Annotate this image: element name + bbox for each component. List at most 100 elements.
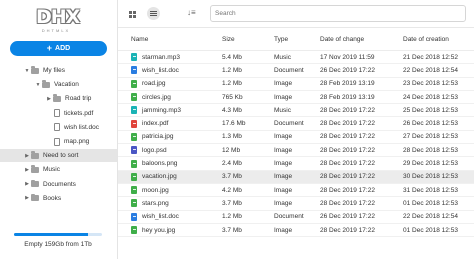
sidebar: DHX DHTMLX + ADD ▼ My files ▼ Vacation ▶ Road… — [0, 0, 118, 259]
cell-date-creation: 23 Dec 2018 12:53 — [403, 80, 458, 88]
file-type-icon — [131, 79, 137, 88]
cell-type: Document — [274, 213, 304, 221]
cell-size: 3.7 Mb — [222, 173, 242, 181]
cell-date-change: 26 Dec 2019 17:22 — [320, 213, 375, 221]
cell-date-creation: 28 Dec 2018 12:53 — [403, 146, 458, 154]
cell-date-change: 28 Feb 2019 13:19 — [320, 80, 375, 88]
cell-date-creation: 01 Dec 2018 12:53 — [403, 199, 458, 207]
file-name: baloons.png — [142, 160, 178, 168]
chevron-right-icon[interactable]: ▶ — [45, 96, 53, 102]
cell-size: 4.3 Mb — [222, 106, 242, 114]
storage-text: Empty 159Gb from 1Tb — [24, 241, 92, 248]
tree-item[interactable]: tickets.pdf — [45, 107, 93, 120]
table-row[interactable]: index.pdf 17.6 Mb Document 28 Dec 2019 17:2… — [118, 117, 474, 131]
file-type-icon — [131, 226, 137, 234]
table-row[interactable]: jamming.mp3 4.3 Mb Music 28 Dec 2019 17:22 2… — [118, 104, 474, 118]
cell-size: 4.2 Mb — [222, 186, 242, 194]
folder-icon — [31, 193, 39, 202]
table-row[interactable]: wish_list.doc 1.2 Mb Document 26 Dec 2019 1… — [118, 64, 474, 78]
list-icon — [150, 11, 157, 16]
cell-type: Document — [274, 120, 304, 128]
tree-item[interactable]: ▶ Road trip — [45, 92, 91, 105]
storage-info: Empty 159Gb from 1Tb — [14, 233, 102, 248]
table-row[interactable]: stars.png 3.7 Mb Image 28 Dec 2019 17:22 01 … — [118, 197, 474, 211]
cell-date-creation: 01 Dec 2018 12:53 — [403, 226, 458, 234]
cell-name: vacation.jpg — [118, 172, 214, 181]
cell-date-change: 28 Dec 2019 17:22 — [320, 120, 375, 128]
file-type-icon — [131, 146, 137, 155]
chevron-right-icon[interactable]: ▶ — [23, 153, 31, 159]
cell-type: Image — [274, 93, 293, 101]
cell-size: 1.2 Mb — [222, 213, 242, 221]
list-view-button[interactable] — [147, 7, 160, 20]
cell-name: moon.jpg — [118, 186, 214, 195]
cell-name: baloons.png — [118, 159, 214, 168]
file-name: jamming.mp3 — [142, 106, 182, 114]
storage-progress-bar — [14, 233, 102, 236]
tree-item[interactable]: ▶ Documents — [23, 178, 76, 191]
chevron-down-icon[interactable]: ▼ — [34, 82, 42, 88]
cell-size: 5.4 Mb — [222, 53, 242, 61]
column-header-date-creation[interactable]: Date of creation — [403, 36, 474, 43]
folder-icon — [53, 94, 61, 102]
table-row[interactable]: patricia.jpg 1.3 Mb Image 28 Dec 2019 17:22… — [118, 131, 474, 145]
column-header-type[interactable]: Type — [264, 36, 320, 43]
cell-date-creation: 24 Dec 2018 12:53 — [403, 93, 458, 101]
dhx-logo: DHX DHTMLX — [36, 6, 80, 38]
table-row[interactable]: circles.jpg 765 Kb Image 28 Feb 2019 13:19 2… — [118, 91, 474, 105]
search-input[interactable] — [210, 5, 466, 22]
sort-button[interactable]: ↓≡ — [187, 8, 196, 17]
cell-size: 12 Mb — [222, 146, 241, 154]
grid-view-button[interactable] — [126, 8, 139, 21]
table-row[interactable]: baloons.png 2.4 Mb Image 28 Dec 2019 17:22 2… — [118, 157, 474, 171]
tree-item[interactable]: ▼ Vacation — [34, 78, 79, 91]
cell-type: Image — [274, 146, 293, 154]
file-type-icon — [131, 53, 137, 62]
table-row[interactable]: road.jpg 1.2 Mb Image 28 Feb 2019 13:19 23 D… — [118, 78, 474, 91]
cell-type: Image — [274, 133, 293, 141]
file-name: wish_list.doc — [142, 66, 179, 74]
column-header-date-change[interactable]: Date of change — [320, 36, 403, 43]
tree-item[interactable]: ▶ Music — [23, 163, 60, 176]
cell-name: starman.mp3 — [118, 53, 214, 62]
plus-icon: + — [46, 43, 53, 53]
chevron-down-icon[interactable]: ▼ — [23, 68, 31, 74]
file-name: hey you.jpg — [142, 226, 176, 234]
column-header-size[interactable]: Size — [214, 36, 264, 43]
tree-item[interactable]: ▶ Need to sort — [0, 149, 117, 163]
table-header: Name Size Type Date of change Date of cr… — [118, 28, 474, 51]
table-row[interactable]: hey you.jpg 3.7 Mb Image 28 Dec 2019 17:22 0… — [118, 224, 474, 238]
chevron-right-icon[interactable]: ▶ — [23, 167, 31, 173]
cell-size: 1.2 Mb — [222, 80, 242, 88]
tree-item[interactable]: ▶ Books — [23, 192, 61, 205]
tree-item-label: Road trip — [65, 95, 92, 103]
chevron-right-icon[interactable]: ▶ — [23, 195, 31, 201]
file-type-icon — [131, 119, 137, 128]
table-row[interactable]: moon.jpg 4.2 Mb Image 28 Dec 2019 17:22 31 D… — [118, 184, 474, 198]
table-row[interactable]: logo.psd 12 Mb Image 28 Dec 2019 17:22 28 De… — [118, 144, 474, 158]
cell-date-change: 26 Dec 2019 17:22 — [320, 66, 375, 74]
column-header-name[interactable]: Name — [118, 36, 214, 43]
table-row[interactable]: starman.mp3 5.4 Mb Music 17 Nov 2019 11:59 2… — [118, 51, 474, 65]
add-button[interactable]: + ADD — [10, 41, 107, 56]
chevron-right-icon[interactable]: ▶ — [23, 181, 31, 187]
tree-item[interactable]: ▼ My files — [23, 64, 65, 77]
tree-item[interactable]: map.png — [45, 135, 89, 148]
table-row[interactable]: wish_list.doc 1.2 Mb Document 26 Dec 2019 1… — [118, 211, 474, 224]
file-name: road.jpg — [142, 80, 166, 88]
file-name: vacation.jpg — [142, 173, 177, 181]
cell-date-change: 17 Nov 2019 11:59 — [320, 53, 375, 61]
cell-name: jamming.mp3 — [118, 106, 214, 115]
file-type-icon — [131, 172, 137, 181]
cell-size: 1.2 Mb — [222, 66, 242, 74]
table-row[interactable]: vacation.jpg 3.7 Mb Image 28 Dec 2019 17:22… — [118, 170, 474, 184]
cell-date-change: 28 Dec 2019 17:22 — [320, 173, 375, 181]
tree-item[interactable]: wish list.doc — [45, 121, 99, 134]
cell-date-creation: 31 Dec 2018 12:53 — [403, 186, 458, 194]
file-icon — [54, 137, 60, 146]
cell-type: Image — [274, 199, 293, 207]
file-name: moon.jpg — [142, 186, 169, 194]
cell-name: road.jpg — [118, 79, 214, 88]
cell-date-change: 28 Dec 2019 17:22 — [320, 106, 375, 114]
folder-icon — [31, 151, 39, 159]
